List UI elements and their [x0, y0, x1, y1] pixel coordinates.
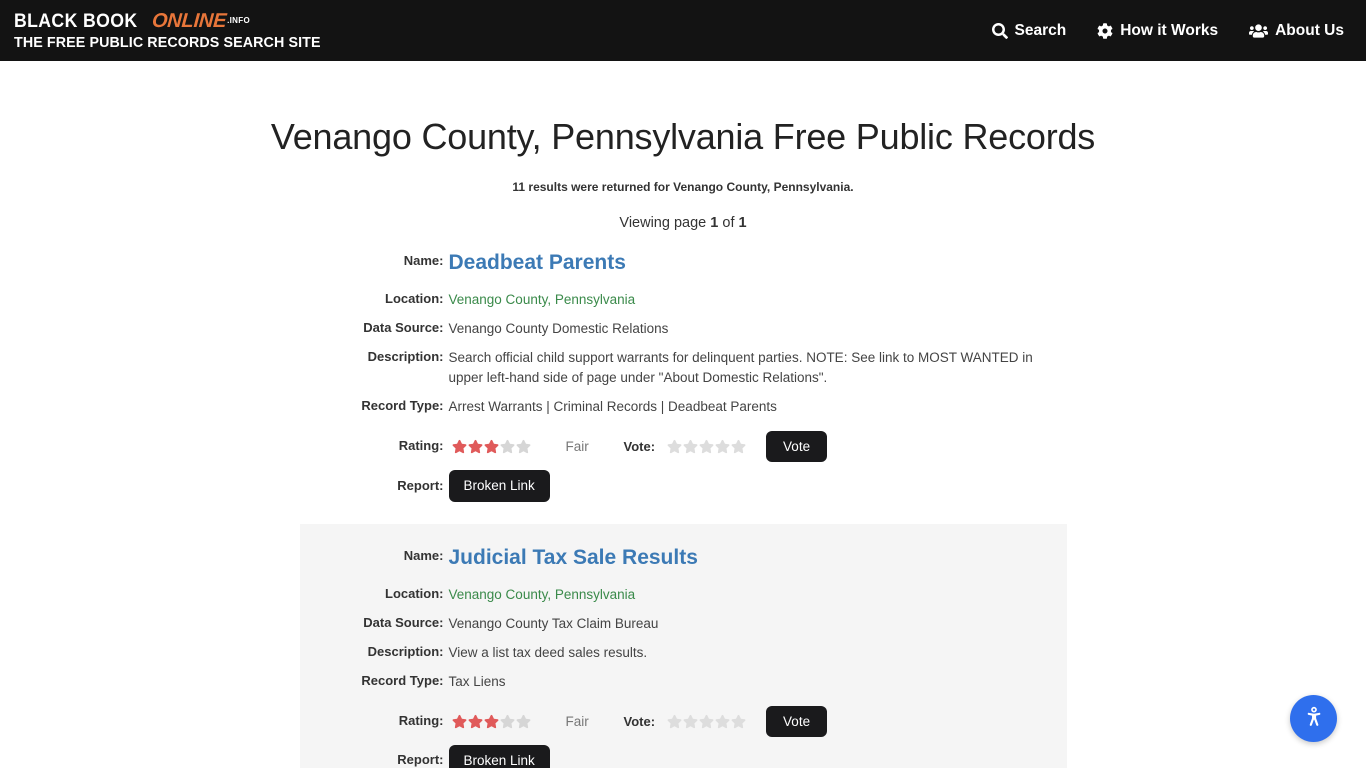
- result-rating-row: Rating: Fair Vote: Vote: [300, 430, 1067, 463]
- paging-current: 1: [710, 215, 719, 232]
- site-header: BLACK BOOK ONLINE .INFO THE FREE PUBLIC …: [0, 0, 1366, 61]
- label-report: Report:: [397, 477, 444, 493]
- result-location-row: Location: Venango County, Pennsylvania: [300, 585, 1067, 605]
- result-name-link[interactable]: Deadbeat Parents: [449, 251, 626, 274]
- broken-link-button[interactable]: Broken Link: [448, 470, 550, 502]
- gear-icon: [1097, 22, 1113, 39]
- result-card: Name: Judicial Tax Sale Results Location…: [299, 523, 1067, 768]
- label-location: Location:: [385, 291, 444, 307]
- rating-word: Fair: [565, 713, 589, 729]
- logo-text-blackbook: BLACK BOOK: [14, 10, 138, 32]
- vote-stars[interactable]: [664, 439, 746, 454]
- result-report-row: Report: Broken Link: [300, 745, 1067, 768]
- result-name-row: Name: Judicial Tax Sale Results: [300, 546, 1067, 570]
- label-rating: Rating:: [398, 712, 444, 728]
- result-record-type: Arrest Warrants | Criminal Records | Dea…: [448, 398, 777, 414]
- label-name: Name:: [403, 253, 444, 269]
- accessibility-icon: [1301, 706, 1327, 732]
- broken-link-button[interactable]: Broken Link: [448, 745, 550, 768]
- result-location-link[interactable]: Venango County, Pennsylvania: [449, 585, 636, 605]
- vote-button[interactable]: Vote: [766, 430, 828, 463]
- result-location-link[interactable]: Venango County, Pennsylvania: [449, 290, 636, 310]
- label-description: Description:: [367, 348, 444, 364]
- page-viewport: BLACK BOOK ONLINE .INFO THE FREE PUBLIC …: [0, 0, 1366, 768]
- label-record-type: Record Type:: [361, 672, 444, 688]
- rating-stars: [449, 439, 531, 454]
- nav-item-how-it-works[interactable]: How it Works: [1097, 22, 1218, 40]
- logo-wordmark: BLACK BOOK ONLINE .INFO: [14, 9, 325, 32]
- nav-label-search: Search: [1014, 21, 1067, 39]
- label-description: Description:: [367, 643, 444, 659]
- nav-item-about-us[interactable]: About Us: [1249, 22, 1344, 40]
- vote-button[interactable]: Vote: [766, 705, 828, 738]
- logo-tagline: THE FREE PUBLIC RECORDS SEARCH SITE: [14, 34, 321, 51]
- result-datasource-row: Data Source: Venango County Domestic Rel…: [300, 319, 1067, 339]
- search-icon: [991, 22, 1008, 39]
- logo-text-online: ONLINE: [151, 9, 227, 32]
- result-description-row: Description: Search official child suppo…: [300, 348, 1067, 388]
- label-data-source: Data Source:: [363, 614, 444, 630]
- result-name-link[interactable]: Judicial Tax Sale Results: [449, 546, 698, 569]
- main-content: Venango County, Pennsylvania Free Public…: [0, 61, 1366, 768]
- accessibility-button[interactable]: [1290, 695, 1337, 742]
- result-datasource-row: Data Source: Venango County Tax Claim Bu…: [300, 614, 1067, 634]
- vote-stars[interactable]: [664, 714, 746, 729]
- result-card: Name: Deadbeat Parents Location: Venango…: [300, 231, 1067, 524]
- result-recordtype-row: Record Type: Tax Liens: [300, 672, 1067, 692]
- rating-word: Fair: [565, 439, 589, 455]
- result-data-source: Venango County Domestic Relations: [448, 321, 669, 336]
- nav-label-about-us: About Us: [1275, 21, 1344, 39]
- main-navigation: Search How it Works About Us: [991, 21, 1344, 40]
- logo-text-info: .INFO: [227, 15, 250, 25]
- people-icon: [1249, 23, 1269, 39]
- results-count: 11 results were returned for Venango Cou…: [512, 180, 854, 195]
- paging-prefix: Viewing page: [619, 215, 707, 232]
- result-description: View a list tax deed sales results.: [448, 644, 648, 660]
- label-vote: Vote:: [623, 713, 656, 729]
- result-location-row: Location: Venango County, Pennsylvania: [300, 290, 1067, 310]
- result-data-source: Venango County Tax Claim Bureau: [448, 615, 659, 631]
- page-title: Venango County, Pennsylvania Free Public…: [270, 116, 1096, 157]
- result-record-type: Tax Liens: [448, 673, 506, 689]
- nav-item-search[interactable]: Search: [991, 21, 1067, 40]
- label-rating: Rating:: [398, 438, 444, 454]
- label-name: Name:: [403, 547, 444, 563]
- result-recordtype-row: Record Type: Arrest Warrants | Criminal …: [300, 397, 1067, 417]
- paging-middle: of: [722, 215, 735, 232]
- label-location: Location:: [385, 585, 444, 601]
- label-data-source: Data Source:: [363, 320, 444, 335]
- paging-status: Viewing page 1 of 1: [0, 215, 1366, 231]
- result-description-row: Description: View a list tax deed sales …: [300, 643, 1067, 663]
- label-record-type: Record Type:: [361, 397, 444, 413]
- site-logo[interactable]: BLACK BOOK ONLINE .INFO THE FREE PUBLIC …: [14, 9, 325, 51]
- result-name-row: Name: Deadbeat Parents: [300, 251, 1067, 275]
- result-rating-row: Rating: Fair Vote: Vote: [300, 705, 1067, 738]
- label-vote: Vote:: [623, 439, 656, 455]
- label-report: Report:: [397, 752, 444, 768]
- nav-label-how-it-works: How it Works: [1120, 21, 1219, 39]
- result-report-row: Report: Broken Link: [300, 470, 1067, 502]
- paging-total: 1: [738, 215, 747, 232]
- result-description: Search official child support warrants f…: [448, 349, 1033, 385]
- rating-stars: [449, 714, 531, 729]
